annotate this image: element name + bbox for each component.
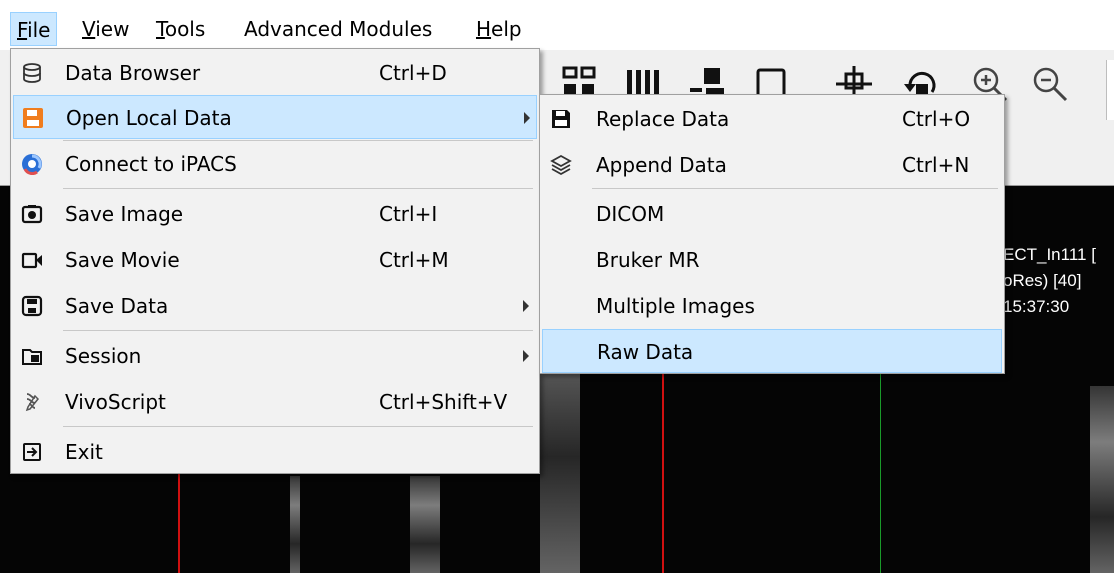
database-icon [23,63,41,83]
image-structure [410,476,440,573]
floppy-disk-icon [552,110,570,128]
menu-item-append-data[interactable]: Append Data Ctrl+N [542,143,1002,187]
menu-item-vivoscript[interactable]: VivoScript Ctrl+Shift+V [13,380,537,424]
folder-open-icon [23,108,43,128]
menu-file[interactable]: File [10,12,58,46]
red-crosshair-line[interactable] [178,468,180,573]
menu-separator [63,426,533,427]
menu-item-multiple-images[interactable]: Multiple Images [542,284,1002,328]
green-crosshair-line[interactable] [880,372,881,573]
menu-bar: File View Tools Advanced Modules Help [0,0,1114,50]
menu-item-connect-ipacs[interactable]: Connect to iPACS [13,142,537,186]
session-folder-icon [22,349,42,365]
menu-item-session[interactable]: Session [13,334,537,378]
menu-help[interactable]: Help [470,12,528,46]
ipacs-icon [22,154,42,175]
menu-item-data-browser[interactable]: Data Browser Ctrl+D [13,51,537,95]
menu-item-exit[interactable]: Exit [13,430,537,474]
viewer-overlay-info: ECT_In111 [ oRes) [40] 15:37:30 [1003,245,1096,316]
image-structure [290,476,300,573]
red-crosshair-line[interactable] [662,368,664,573]
menu-view[interactable]: View [76,12,135,46]
menu-advanced-modules[interactable]: Advanced Modules [238,12,438,46]
menu-separator [63,188,533,189]
submenu-arrow-icon [523,300,529,312]
menu-item-raw-data[interactable]: Raw Data [542,329,1002,373]
image-structure [1090,386,1114,573]
toolbar-edge [1106,60,1114,120]
zoom-out-icon[interactable] [1030,64,1070,104]
menu-item-dicom[interactable]: DICOM [542,192,1002,236]
layers-icon [550,154,572,176]
menu-item-bruker-mr[interactable]: Bruker MR [542,238,1002,282]
menu-item-save-movie[interactable]: Save Movie Ctrl+M [13,238,537,282]
file-menu: Data Browser Ctrl+D Open Local Data Conn… [10,48,540,474]
menu-separator [63,140,533,141]
submenu-arrow-icon [523,350,529,362]
video-camera-icon [21,252,42,269]
menu-item-save-image[interactable]: Save Image Ctrl+I [13,192,537,236]
menu-separator [63,330,533,331]
menu-item-replace-data[interactable]: Replace Data Ctrl+O [542,97,1002,141]
save-icon [21,295,43,317]
menu-tools[interactable]: Tools [150,12,211,46]
menu-item-open-local-data[interactable]: Open Local Data [13,95,537,139]
menu-separator [592,188,998,189]
script-icon [25,393,40,412]
exit-icon [23,443,41,461]
menu-item-save-data[interactable]: Save Data [13,284,537,328]
open-local-data-submenu: Replace Data Ctrl+O Append Data Ctrl+N D… [539,94,1005,374]
submenu-arrow-icon [524,112,530,124]
camera-icon [21,205,43,224]
